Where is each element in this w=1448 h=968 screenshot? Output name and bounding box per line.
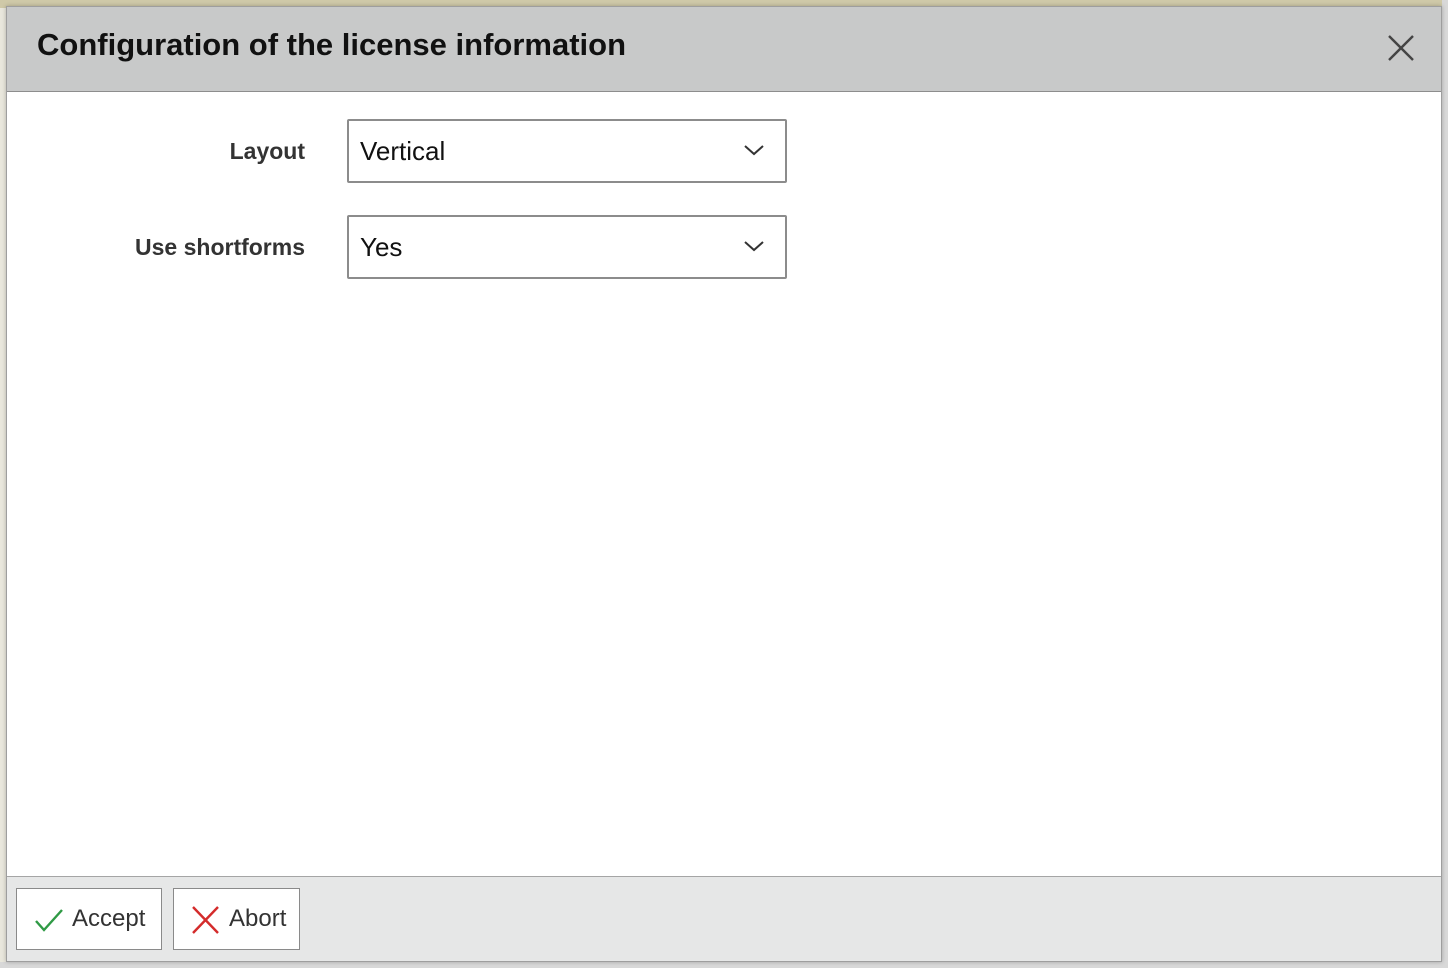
shortforms-select-value: Yes xyxy=(360,232,403,262)
chevron-down-icon xyxy=(744,241,764,252)
accept-button-label: Accept xyxy=(72,905,146,932)
checkmark-icon xyxy=(35,909,63,932)
dialog-footer: Accept Abort xyxy=(7,876,1441,961)
abort-button-label: Abort xyxy=(229,905,287,932)
form-row-layout: Layout Vertical xyxy=(7,119,1441,183)
dialog-header: Configuration of the license information xyxy=(7,7,1441,92)
background-bottom-strip xyxy=(0,962,1448,968)
layout-select-value: Vertical xyxy=(360,136,446,166)
shortforms-label: Use shortforms xyxy=(135,234,305,260)
dialog-body: Layout Vertical Use shortforms Yes xyxy=(7,92,1441,878)
background-right-strip xyxy=(1442,0,1448,968)
layout-select[interactable]: Vertical xyxy=(347,119,787,183)
close-icon xyxy=(1388,35,1414,61)
form-row-shortforms: Use shortforms Yes xyxy=(7,215,1441,279)
license-config-dialog: Configuration of the license information… xyxy=(6,6,1442,962)
layout-label: Layout xyxy=(229,138,305,164)
chevron-down-icon xyxy=(744,145,764,156)
shortforms-select[interactable]: Yes xyxy=(347,215,787,279)
close-button[interactable] xyxy=(1385,32,1417,64)
dialog-title: Configuration of the license information xyxy=(37,27,626,62)
cross-icon xyxy=(192,906,219,934)
accept-button[interactable]: Accept xyxy=(16,888,162,950)
abort-button[interactable]: Abort xyxy=(173,888,300,950)
